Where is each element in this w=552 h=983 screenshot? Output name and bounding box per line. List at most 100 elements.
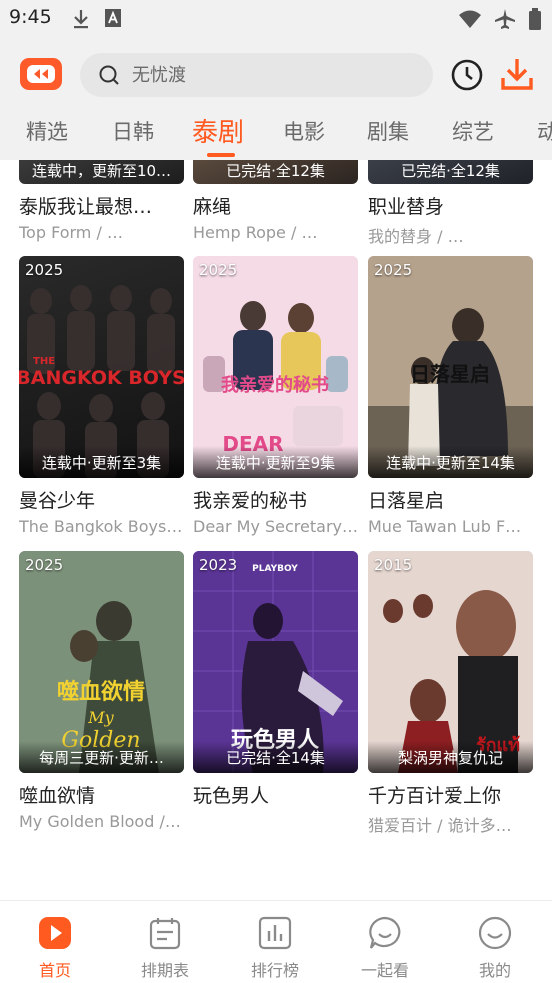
poster-art: 噬血欲情 My Golden bbox=[19, 551, 184, 773]
chart-icon bbox=[257, 915, 293, 951]
drama-title: 泰版我让最想… bbox=[19, 196, 153, 218]
battery-icon bbox=[528, 8, 542, 34]
svg-text:BANGKOK BOYS: BANGKOK BOYS bbox=[19, 367, 184, 389]
play-icon bbox=[37, 915, 73, 951]
active-tab-indicator bbox=[207, 153, 235, 157]
nav-profile[interactable]: 我的 bbox=[440, 901, 550, 983]
nav-schedule[interactable]: 排期表 bbox=[110, 901, 220, 983]
drama-subtitle: Hemp Rope / … bbox=[193, 223, 318, 242]
clock-icon bbox=[450, 59, 484, 96]
drama-title: 玩色男人 bbox=[193, 785, 270, 807]
svg-text:THE: THE bbox=[33, 356, 55, 367]
drama-card[interactable]: BANGKOK BOYS THE 2025 连载中·更新至3集 曼谷少年 The… bbox=[19, 256, 184, 536]
chat-icon bbox=[367, 915, 403, 951]
year-badge: 2025 bbox=[199, 261, 238, 279]
drama-subtitle: Top Form / … bbox=[19, 223, 123, 242]
drama-title: 日落星启 bbox=[368, 490, 445, 512]
episode-status: 梨涡男神复仇记 bbox=[397, 749, 503, 767]
drama-subtitle: The Bangkok Boys… bbox=[19, 517, 183, 536]
svg-text:PLAYBOY: PLAYBOY bbox=[252, 564, 298, 574]
poster: 日落星启 2025 连载中·更新至14集 bbox=[368, 256, 533, 478]
drama-card[interactable]: 连载中，更新至10… 泰版我让最想… Top Form / … bbox=[19, 160, 184, 242]
drama-grid: 连载中，更新至10… 泰版我让最想… Top Form / … 已完结·全12集… bbox=[0, 160, 552, 900]
tab-thai[interactable]: 泰剧 bbox=[192, 112, 244, 149]
tab-variety[interactable]: 综艺 bbox=[452, 116, 494, 146]
drama-title: 噬血欲情 bbox=[19, 785, 96, 807]
svg-text:日落星启: 日落星启 bbox=[410, 362, 490, 386]
search-icon bbox=[98, 64, 120, 90]
episode-status: 连载中·更新至9集 bbox=[215, 454, 336, 472]
poster: รักแท้ 2015 梨涡男神复仇记 bbox=[368, 551, 533, 773]
tab-series[interactable]: 剧集 bbox=[367, 116, 409, 146]
episode-status: 已完结·全14集 bbox=[226, 749, 325, 767]
bottom-nav: 首页 排期表 排行榜 一起看 我的 bbox=[0, 900, 552, 983]
drama-card[interactable]: 已完结·全12集 麻绳 Hemp Rope / … bbox=[193, 160, 358, 242]
year-badge: 2023 bbox=[199, 556, 238, 574]
episode-status: 连载中·更新至14集 bbox=[386, 454, 515, 472]
font-status-icon bbox=[104, 8, 122, 34]
app-header bbox=[0, 38, 552, 108]
poster: 已完结·全12集 bbox=[368, 160, 533, 184]
download-button[interactable] bbox=[500, 56, 534, 92]
year-badge: 2015 bbox=[374, 556, 413, 574]
nav-label: 一起看 bbox=[360, 961, 409, 980]
year-badge: 2025 bbox=[25, 556, 64, 574]
nav-label: 首页 bbox=[38, 961, 71, 980]
tab-jpkr[interactable]: 日韩 bbox=[112, 116, 154, 146]
year-badge: 2025 bbox=[25, 261, 64, 279]
poster-art: PLAYBOY 玩色男人 bbox=[193, 551, 358, 773]
status-time: 9:45 bbox=[9, 6, 52, 28]
drama-card[interactable]: 已完结·全12集 职业替身 我的替身 / … bbox=[368, 160, 533, 247]
poster: PLAYBOY 玩色男人 2023 已完结·全14集 bbox=[193, 551, 358, 773]
nav-watch-together[interactable]: 一起看 bbox=[330, 901, 440, 983]
airplane-icon bbox=[494, 8, 516, 34]
drama-card[interactable]: 噬血欲情 My Golden 2025 每周三更新·更新… 噬血欲情 My Go… bbox=[19, 551, 184, 831]
search-input[interactable] bbox=[132, 53, 412, 97]
svg-text:My: My bbox=[87, 708, 114, 727]
drama-subtitle: Dear My Secretary… bbox=[193, 517, 358, 536]
nav-label: 排行榜 bbox=[250, 961, 299, 980]
drama-subtitle: 我的替身 / … bbox=[368, 227, 464, 246]
drama-subtitle: Mue Tawan Lub F… bbox=[368, 517, 522, 536]
nav-home[interactable]: 首页 bbox=[0, 901, 110, 983]
drama-card[interactable]: PLAYBOY 玩色男人 2023 已完结·全14集 玩色男人 bbox=[193, 551, 358, 812]
app-logo[interactable] bbox=[20, 58, 62, 90]
category-tabs: 精选 日韩 泰剧 电影 剧集 综艺 动 bbox=[0, 108, 552, 160]
tab-anime[interactable]: 动 bbox=[537, 116, 552, 146]
download-icon bbox=[500, 59, 534, 96]
poster: 我亲爱的秘书 DEAR 2025 连载中·更新至9集 bbox=[193, 256, 358, 478]
status-bar: 9:45 bbox=[0, 0, 552, 38]
drama-subtitle: My Golden Blood /… bbox=[19, 812, 181, 831]
nav-label: 排期表 bbox=[140, 961, 189, 980]
poster: 连载中，更新至10… bbox=[19, 160, 184, 184]
tab-featured[interactable]: 精选 bbox=[26, 116, 68, 146]
drama-card[interactable]: รักแท้ 2015 梨涡男神复仇记 千方百计爱上你 猎爱百计 / 诡计多… bbox=[368, 551, 533, 836]
poster-art: BANGKOK BOYS THE bbox=[19, 256, 184, 478]
svg-text:我亲爱的秘书: 我亲爱的秘书 bbox=[221, 374, 329, 396]
drama-subtitle: 猎爱百计 / 诡计多… bbox=[368, 816, 512, 835]
search-box[interactable] bbox=[80, 53, 433, 97]
wifi-icon bbox=[458, 9, 482, 33]
history-button[interactable] bbox=[450, 58, 484, 92]
year-badge: 2025 bbox=[374, 261, 413, 279]
poster: BANGKOK BOYS THE 2025 连载中·更新至3集 bbox=[19, 256, 184, 478]
drama-title: 麻绳 bbox=[193, 196, 232, 218]
drama-card[interactable]: 日落星启 2025 连载中·更新至14集 日落星启 Mue Tawan Lub … bbox=[368, 256, 533, 536]
nav-label: 我的 bbox=[478, 961, 511, 980]
drama-title: 千方百计爱上你 bbox=[368, 785, 502, 807]
nav-ranking[interactable]: 排行榜 bbox=[220, 901, 330, 983]
episode-status: 连载中，更新至10… bbox=[31, 162, 172, 180]
poster-art: 我亲爱的秘书 DEAR bbox=[193, 256, 358, 478]
tab-movies[interactable]: 电影 bbox=[283, 116, 325, 146]
download-status-icon bbox=[72, 8, 90, 34]
poster: 噬血欲情 My Golden 2025 每周三更新·更新… bbox=[19, 551, 184, 773]
poster: 已完结·全12集 bbox=[193, 160, 358, 184]
svg-text:噬血欲情: 噬血欲情 bbox=[57, 679, 145, 705]
drama-card[interactable]: 我亲爱的秘书 DEAR 2025 连载中·更新至9集 我亲爱的秘书 Dear M… bbox=[193, 256, 358, 536]
episode-status: 每周三更新·更新… bbox=[39, 749, 164, 767]
drama-title: 曼谷少年 bbox=[19, 490, 96, 512]
episode-status: 已完结·全12集 bbox=[226, 162, 325, 180]
smile-icon bbox=[477, 915, 513, 951]
poster-art: รักแท้ bbox=[368, 551, 533, 773]
episode-status: 连载中·更新至3集 bbox=[41, 454, 162, 472]
